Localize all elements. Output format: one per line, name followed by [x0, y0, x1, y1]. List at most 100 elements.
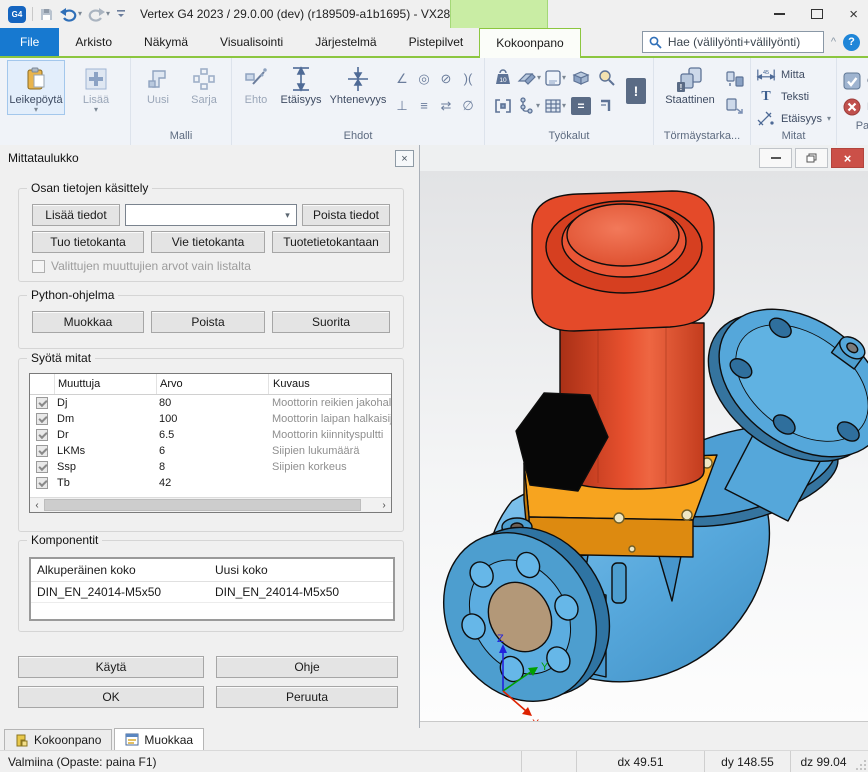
perpendicular-constraint-icon[interactable]: ⊥: [396, 98, 407, 114]
warning-tool-button[interactable]: !: [626, 78, 646, 104]
table-row[interactable]: Tb 42: [30, 475, 391, 491]
table-row[interactable]: Ssp 8 Siipien korkeus: [30, 459, 391, 475]
etaisyys-button[interactable]: Etäisyys: [277, 60, 325, 107]
yhtenevyys-button[interactable]: Yhtenevyys: [327, 60, 389, 107]
minimize-icon[interactable]: [774, 13, 785, 15]
col-muuttuja[interactable]: Muuttuja: [54, 374, 156, 394]
row-checkbox-icon[interactable]: [36, 413, 48, 425]
table-tool-icon[interactable]: ▾: [544, 98, 566, 114]
table-row[interactable]: Dm 100 Moottorin laipan halkaisija: [30, 411, 391, 427]
row-checkbox-icon[interactable]: [36, 397, 48, 409]
concentric-constraint-icon[interactable]: ◎: [418, 71, 429, 87]
tuotetietokantaan-button[interactable]: Tuotetietokantaan: [272, 231, 390, 253]
lisaa-tiedot-button[interactable]: Lisää tiedot: [32, 204, 120, 226]
lisaa-button[interactable]: Lisää ▾: [67, 60, 125, 115]
zoom-tool-icon[interactable]: [598, 69, 616, 87]
pump-assembly-model[interactable]: Z Y X: [420, 171, 868, 721]
parallel-constraint-icon[interactable]: ⇄: [441, 98, 452, 114]
viewport-close-icon[interactable]: ×: [831, 148, 864, 168]
move-part-icon[interactable]: [725, 97, 745, 118]
schematic-tool-icon[interactable]: ▾: [518, 97, 540, 115]
ohje-button[interactable]: Ohje: [216, 656, 398, 678]
app-logo-icon[interactable]: G4: [8, 6, 26, 23]
compare-parts-icon[interactable]: [725, 70, 745, 91]
undo-button[interactable]: ▾: [60, 7, 82, 22]
ok-button[interactable]: OK: [842, 68, 868, 94]
mitta-button[interactable]: 45 Mitta: [756, 64, 831, 86]
maximize-icon[interactable]: [811, 9, 823, 19]
customize-qat-button[interactable]: [116, 10, 126, 18]
vie-tietokanta-button[interactable]: Vie tietokanta: [151, 231, 265, 253]
close-icon[interactable]: ×: [849, 7, 858, 22]
pipe-tool-icon[interactable]: [598, 97, 616, 115]
dialog-ok-button[interactable]: OK: [18, 686, 204, 708]
redo-button[interactable]: ▾: [88, 7, 110, 22]
search-input[interactable]: Hae (välilyönti+välilyönti): [642, 31, 824, 53]
horizontal-scrollbar[interactable]: ‹ ›: [30, 497, 391, 512]
etaisyys-mitta-button[interactable]: Etäisyys ▾: [756, 108, 831, 130]
poistu-button[interactable]: Poistu: [842, 94, 868, 120]
clamp-tool-icon[interactable]: [494, 98, 512, 114]
poista-tiedot-button[interactable]: Poista tiedot: [302, 204, 390, 226]
peruuta-button[interactable]: Peruuta: [216, 686, 398, 708]
angle-constraint-icon[interactable]: ∠: [396, 71, 408, 87]
table-row[interactable]: Dj 80 Moottorin reikien jakohalk: [30, 395, 391, 411]
suorita-button[interactable]: Suorita: [272, 311, 390, 333]
tiedot-combobox[interactable]: ▾: [125, 204, 297, 226]
box-tool-icon[interactable]: [572, 70, 590, 86]
undo-caret-icon[interactable]: ▾: [78, 10, 82, 18]
row-checkbox-icon[interactable]: [36, 445, 48, 457]
valittujen-checkbox-row[interactable]: Valittujen muuttujien arvot vain listalt…: [32, 259, 251, 273]
doc-tab-kokoonpano[interactable]: Kokoonpano: [4, 729, 112, 750]
viewport-restore-icon[interactable]: [795, 148, 828, 168]
redo-caret-icon[interactable]: ▾: [106, 10, 110, 18]
profile-tool-icon[interactable]: ▾: [517, 69, 541, 87]
weight-tool-icon[interactable]: 10: [494, 69, 512, 87]
scroll-left-icon[interactable]: ‹: [30, 500, 44, 511]
tab-kokoonpano[interactable]: Kokoonpano: [479, 28, 580, 58]
scrollbar-thumb[interactable]: [44, 499, 361, 511]
teksti-button[interactable]: T Teksti: [756, 86, 831, 108]
info-tool-icon[interactable]: ▾: [544, 69, 566, 87]
help-icon[interactable]: ?: [843, 34, 860, 51]
tab-file[interactable]: File: [0, 28, 59, 56]
combobox-caret-icon[interactable]: ▾: [279, 205, 296, 225]
viewport-canvas[interactable]: Z Y X: [420, 171, 868, 722]
leikepoyta-button[interactable]: Leikepöytä ▾: [7, 60, 65, 115]
dialog-close-icon[interactable]: ×: [395, 150, 414, 167]
tab-visualisointi[interactable]: Visualisointi: [204, 28, 299, 56]
kayta-button[interactable]: Käytä: [18, 656, 204, 678]
tab-arkisto[interactable]: Arkisto: [59, 28, 128, 56]
resize-grip[interactable]: [856, 758, 868, 772]
staattinen-button[interactable]: ! Staattinen: [659, 60, 721, 107]
muokkaa-button[interactable]: Muokkaa: [32, 311, 144, 333]
component-row-empty[interactable]: [31, 602, 393, 623]
viewport-minimize-icon[interactable]: [759, 148, 792, 168]
tangent-constraint-icon[interactable]: ⊘: [441, 71, 452, 87]
collapse-ribbon-icon[interactable]: ^: [831, 36, 836, 48]
tuo-tietokanta-button[interactable]: Tuo tietokanta: [32, 231, 144, 253]
tab-nakyma[interactable]: Näkymä: [128, 28, 204, 56]
scroll-right-icon[interactable]: ›: [377, 500, 391, 511]
row-checkbox-icon[interactable]: [36, 477, 48, 489]
table-row[interactable]: LKMs 6 Siipien lukumäärä: [30, 443, 391, 459]
save-button[interactable]: [39, 7, 54, 22]
row-checkbox-icon[interactable]: [36, 461, 48, 473]
sarja-button[interactable]: Sarja: [182, 60, 226, 107]
col-kuvaus[interactable]: Kuvaus: [268, 374, 391, 394]
fix-constraint-icon[interactable]: ∅: [462, 98, 473, 114]
table-row[interactable]: Dr 6.5 Moottorin kiinnityspultti: [30, 427, 391, 443]
checkbox-icon[interactable]: [32, 260, 45, 273]
row-checkbox-icon[interactable]: [36, 429, 48, 441]
uusi-button[interactable]: Uusi: [136, 60, 180, 107]
equal-length-constraint-icon[interactable]: ≡: [420, 98, 428, 113]
col-arvo[interactable]: Arvo: [156, 374, 268, 394]
tab-jarjestelma[interactable]: Järjestelmä: [299, 28, 392, 56]
tab-pistepilvet[interactable]: Pistepilvet: [393, 28, 480, 56]
doc-tab-muokkaa[interactable]: Muokkaa: [114, 728, 204, 750]
ehto-button[interactable]: Ehto: [237, 60, 275, 107]
poista-button[interactable]: Poista: [151, 311, 265, 333]
symmetry-constraint-icon[interactable]: )(: [464, 71, 473, 86]
component-row[interactable]: DIN_EN_24014-M5x50 DIN_EN_24014-M5x50: [31, 582, 393, 602]
equals-tool-button[interactable]: =: [571, 97, 591, 115]
